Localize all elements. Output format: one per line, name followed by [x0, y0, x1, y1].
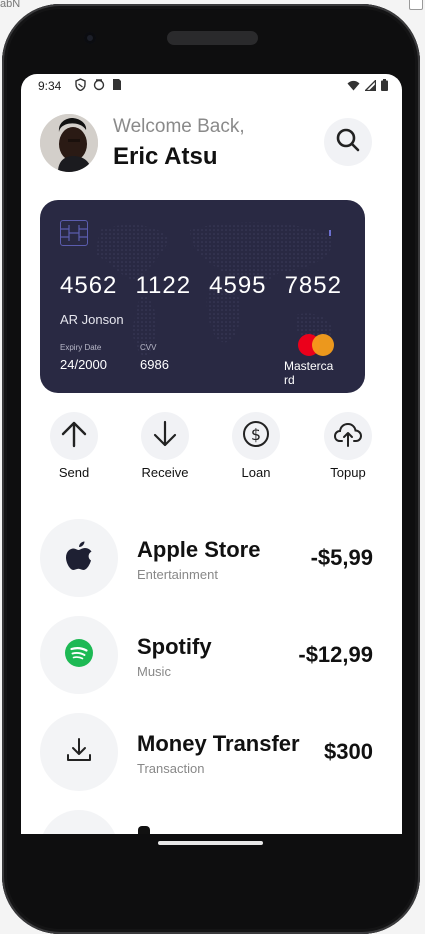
- transaction-item[interactable]: Money Transfer Transaction $300: [40, 713, 380, 791]
- transaction-category: Transaction: [137, 761, 205, 776]
- dollar-circle-icon: $: [241, 419, 271, 454]
- transaction-amount: -$12,99: [298, 642, 373, 667]
- cvv-value: 6986: [140, 357, 169, 372]
- apple-icon: [63, 539, 95, 578]
- transaction-amount: $300: [324, 739, 373, 764]
- spotify-icon: [64, 638, 94, 673]
- front-camera: [84, 32, 96, 44]
- status-bar: 9:34: [21, 74, 402, 98]
- browser-tab-fragment: abN: [0, 0, 21, 10]
- cloud-upload-icon: [333, 419, 363, 454]
- mastercard-logo-icon: [298, 334, 336, 356]
- search-button[interactable]: [324, 118, 372, 166]
- topup-action[interactable]: Topup: [308, 412, 388, 480]
- expiry-label: Expiry Date: [60, 343, 102, 352]
- transaction-title: Money Transfer: [137, 731, 300, 756]
- search-icon: [335, 127, 361, 158]
- battery-icon: [381, 79, 388, 94]
- download-icon: [64, 735, 94, 770]
- avatar[interactable]: [40, 114, 98, 172]
- expiry-value: 24/2000: [60, 357, 107, 372]
- topup-label: Topup: [330, 465, 366, 480]
- send-action[interactable]: Send: [34, 412, 114, 480]
- app-screen: 9:34 Welcome Back, Eric Atsu 4562 1122 4…: [21, 74, 402, 834]
- shield-icon: [75, 78, 86, 94]
- transaction-title: Spotify: [137, 634, 212, 659]
- receive-action[interactable]: Receive: [125, 412, 205, 480]
- earpiece-speaker: [167, 31, 258, 45]
- transaction-item-partial[interactable]: [40, 810, 118, 834]
- status-time: 9:34: [38, 79, 62, 93]
- transaction-category: Music: [137, 664, 171, 679]
- sync-icon: [93, 78, 105, 94]
- card-brand: Mastercard: [284, 359, 334, 387]
- card-chip-icon: [60, 220, 88, 246]
- transaction-title: Apple Store: [137, 537, 261, 562]
- transaction-amount: -$5,99: [310, 545, 373, 570]
- wifi-icon: [347, 80, 360, 94]
- home-indicator[interactable]: [158, 841, 263, 845]
- card-number-group: 7852: [284, 272, 342, 299]
- loan-action[interactable]: $ Loan: [216, 412, 296, 480]
- signal-icon: [363, 78, 377, 94]
- arrow-down-icon: [150, 419, 180, 454]
- user-name: Eric Atsu: [113, 143, 218, 170]
- credit-card[interactable]: 4562 1122 4595 7852 AR Jonson Expiry Dat…: [40, 200, 365, 393]
- card-number-group: 4562: [60, 272, 118, 299]
- card-number-group: 4595: [209, 272, 267, 299]
- receive-label: Receive: [141, 465, 189, 480]
- transaction-item[interactable]: Spotify Music -$12,99: [40, 616, 380, 694]
- window-control[interactable]: [409, 0, 423, 10]
- card-holder-name: AR Jonson: [60, 312, 124, 327]
- welcome-text: Welcome Back,: [113, 116, 245, 137]
- svg-text:$: $: [251, 425, 261, 444]
- card-number-group: 1122: [135, 272, 192, 299]
- card-number: 4562 1122 4595 7852: [60, 272, 342, 300]
- transaction-item[interactable]: Apple Store Entertainment -$5,99: [40, 519, 380, 597]
- card-indicator: [329, 230, 331, 236]
- arrow-up-icon: [59, 419, 89, 454]
- transaction-title-partial: [138, 826, 150, 834]
- send-label: Send: [58, 465, 90, 480]
- cvv-label: CVV: [140, 343, 157, 352]
- sim-card-icon: [112, 78, 122, 94]
- transaction-category: Entertainment: [137, 567, 218, 582]
- loan-label: Loan: [241, 465, 271, 480]
